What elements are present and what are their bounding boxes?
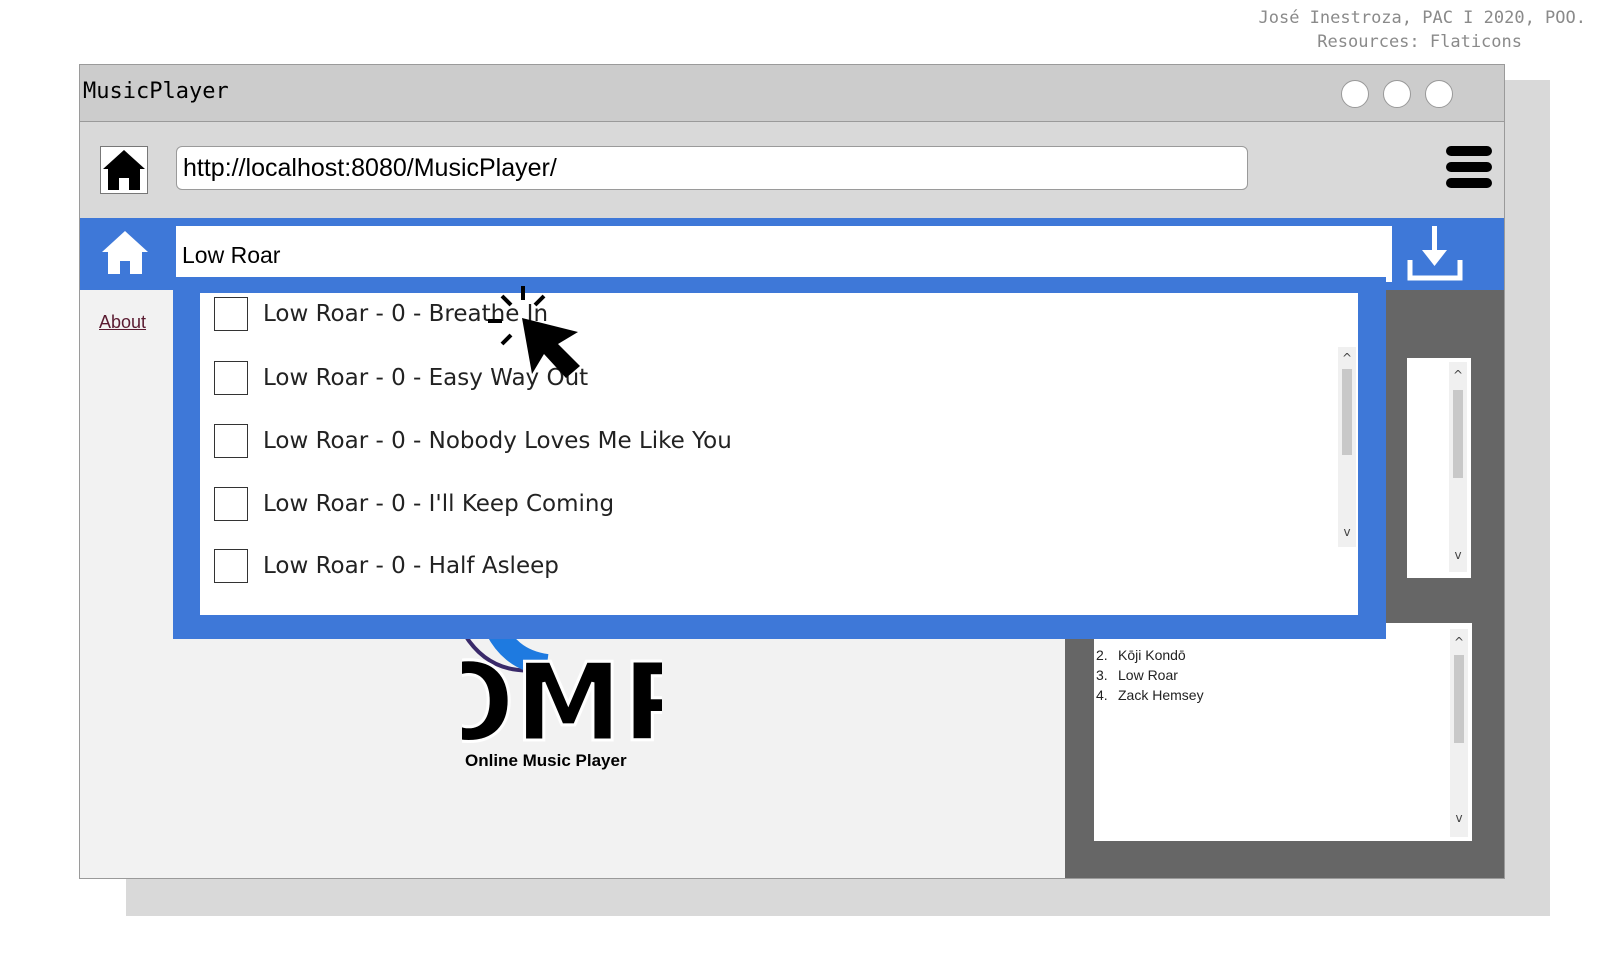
window-title: MusicPlayer: [83, 79, 229, 104]
scroll-down-icon[interactable]: v: [1338, 525, 1356, 539]
maximize-button[interactable]: [1383, 80, 1411, 108]
scroll-up-icon[interactable]: ^: [1449, 368, 1467, 382]
home-icon[interactable]: [100, 228, 150, 278]
checkbox[interactable]: [214, 297, 248, 331]
close-button[interactable]: [1425, 80, 1453, 108]
artist-scrollbar[interactable]: ^ v: [1450, 629, 1468, 837]
logo-text: OMP: [462, 641, 662, 766]
scroll-thumb[interactable]: [1454, 655, 1464, 743]
scroll-thumb[interactable]: [1342, 369, 1352, 455]
omp-logo: OMP: [421, 615, 703, 830]
scroll-down-icon[interactable]: v: [1450, 811, 1468, 825]
option-label: Low Roar - 0 - Half Asleep: [263, 553, 559, 579]
credit-line-1: José Inestroza, PAC I 2020, POO.: [1258, 8, 1586, 28]
checkbox[interactable]: [214, 549, 248, 583]
scroll-down-icon[interactable]: v: [1449, 548, 1467, 562]
scroll-up-icon[interactable]: ^: [1338, 351, 1356, 365]
url-input[interactable]: http://localhost:8080/MusicPlayer/: [176, 146, 1248, 190]
address-bar: http://localhost:8080/MusicPlayer/: [80, 122, 1504, 218]
option-label: Low Roar - 0 - Nobody Loves Me Like You: [263, 428, 732, 454]
minimize-button[interactable]: [1341, 80, 1369, 108]
credit-line-2: Resources: Flaticons: [1317, 32, 1522, 52]
home-icon[interactable]: [100, 146, 148, 194]
checkbox[interactable]: [214, 361, 248, 395]
option-label: Low Roar - 0 - I'll Keep Coming: [263, 491, 615, 517]
suggestions-list: Low Roar - 0 - Breathe In Low Roar - 0 -…: [200, 293, 1358, 615]
logo-caption: Online Music Player: [465, 751, 627, 770]
click-cursor-icon: [488, 284, 588, 384]
credit-text: José Inestroza, PAC I 2020, POO. Resourc…: [1258, 6, 1586, 54]
about-link[interactable]: About: [99, 312, 146, 333]
hamburger-menu-icon[interactable]: [1446, 146, 1492, 194]
search-input[interactable]: Low Roar: [176, 226, 1392, 282]
scroll-up-icon[interactable]: ^: [1450, 635, 1468, 649]
download-icon[interactable]: [1406, 224, 1464, 284]
search-suggestions-dropdown: Low Roar - 0 - Breathe In Low Roar - 0 -…: [173, 277, 1386, 639]
suggestions-scrollbar[interactable]: ^ v: [1338, 347, 1356, 547]
artist-items: 2. Kōji Kondō 3. Low Roar 4. Zack Hemsey: [1096, 645, 1204, 705]
artist-list: 2. Kōji Kondō 3. Low Roar 4. Zack Hemsey ^ …: [1094, 623, 1472, 841]
queue-list: ^ v: [1407, 358, 1471, 578]
list-item[interactable]: 3. Low Roar: [1096, 665, 1204, 685]
scroll-thumb[interactable]: [1453, 390, 1463, 478]
checkbox[interactable]: [214, 424, 248, 458]
list-item[interactable]: 2. Kōji Kondō: [1096, 645, 1204, 665]
queue-scrollbar[interactable]: ^ v: [1449, 362, 1467, 572]
checkbox[interactable]: [214, 487, 248, 521]
list-item[interactable]: 4. Zack Hemsey: [1096, 685, 1204, 705]
title-bar: MusicPlayer: [80, 65, 1504, 122]
